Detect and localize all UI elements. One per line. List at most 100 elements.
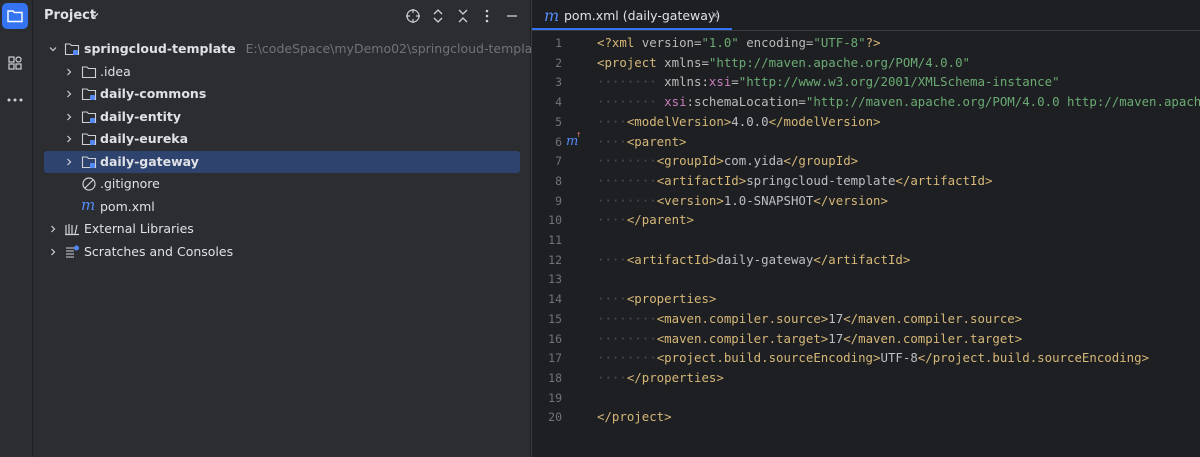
line-number[interactable]: 12 bbox=[532, 253, 562, 267]
chevron-right-icon[interactable] bbox=[48, 247, 58, 257]
locate-file-button[interactable] bbox=[404, 7, 422, 25]
tab-pom-xml[interactable]: m pom.xml (daily-gateway) × bbox=[532, 0, 732, 30]
tree-item-pom-xml[interactable]: m pom.xml bbox=[44, 196, 520, 218]
chevron-right-icon[interactable] bbox=[64, 67, 74, 77]
line-number[interactable]: 5 bbox=[532, 115, 562, 129]
line-number[interactable]: 3 bbox=[532, 75, 562, 89]
line-number[interactable]: 8 bbox=[532, 174, 562, 188]
module-folder-icon bbox=[81, 133, 97, 146]
code-line[interactable]: 20 </project> bbox=[532, 408, 1200, 428]
tree-item-idea[interactable]: .idea bbox=[44, 61, 520, 83]
tree-item-label: .idea bbox=[100, 63, 131, 79]
code-line[interactable]: 2 <project xmlns="http://maven.apache.org… bbox=[532, 54, 1200, 74]
code-text: <?xml version="1.0" encoding="UTF-8"?> bbox=[597, 35, 881, 50]
line-number[interactable]: 9 bbox=[532, 194, 562, 208]
collapse-all-button[interactable] bbox=[454, 7, 472, 25]
code-line[interactable]: 14 ····<properties> bbox=[532, 290, 1200, 310]
editor: m pom.xml (daily-gateway) × 1 <?xml versi… bbox=[531, 0, 1200, 457]
code-line[interactable]: 7 ········<groupId>com.yida</groupId> bbox=[532, 152, 1200, 172]
line-number[interactable]: 20 bbox=[532, 410, 562, 424]
close-icon[interactable]: × bbox=[710, 8, 720, 22]
maven-icon: m bbox=[81, 195, 96, 214]
project-tool-button[interactable] bbox=[2, 3, 28, 29]
line-number[interactable]: 16 bbox=[532, 332, 562, 346]
chevron-down-icon[interactable] bbox=[89, 9, 101, 21]
code-line[interactable]: 15 ········<maven.compiler.source>17</mav… bbox=[532, 310, 1200, 330]
project-panel: Project springcloud-template E:\codeSpace… bbox=[33, 0, 545, 457]
code-line[interactable]: 6 m ↑ ····<parent> bbox=[532, 129, 1200, 153]
line-number[interactable]: 2 bbox=[532, 56, 562, 70]
tree-item-daily-entity[interactable]: daily-entity bbox=[44, 106, 520, 128]
line-number[interactable]: 19 bbox=[532, 391, 562, 405]
scratches-icon bbox=[66, 245, 79, 258]
tree-item-label: springcloud-template bbox=[84, 41, 236, 56]
activity-bar bbox=[0, 0, 33, 457]
tree-item-label: daily-entity bbox=[100, 108, 182, 124]
code-line[interactable]: 4 ········ xsi:schemaLocation="http://mav… bbox=[532, 93, 1200, 113]
line-number[interactable]: 17 bbox=[532, 351, 562, 365]
tree-item-daily-commons[interactable]: daily-commons bbox=[44, 83, 520, 105]
more-tools-button[interactable] bbox=[2, 87, 28, 113]
code-line[interactable]: 11 bbox=[532, 231, 1200, 251]
code-line[interactable]: 1 <?xml version="1.0" encoding="UTF-8"?> bbox=[532, 34, 1200, 54]
tree-item-label: Scratches and Consoles bbox=[84, 243, 234, 259]
code-line[interactable]: 16 ········<maven.compiler.target>17</mav… bbox=[532, 330, 1200, 350]
line-number[interactable]: 18 bbox=[532, 371, 562, 385]
code-text: </project> bbox=[597, 409, 672, 425]
tree-item-scratches[interactable]: Scratches and Consoles bbox=[44, 241, 520, 263]
tree-item-daily-gateway[interactable]: daily-gateway bbox=[44, 150, 520, 173]
line-number[interactable]: 15 bbox=[532, 312, 562, 326]
chevron-right-icon[interactable] bbox=[48, 224, 58, 234]
line-number[interactable]: 4 bbox=[532, 95, 562, 109]
collapse-icon bbox=[458, 9, 468, 23]
line-number[interactable]: 1 bbox=[532, 36, 562, 50]
line-number[interactable]: 10 bbox=[532, 213, 562, 227]
tree-item-label: External Libraries bbox=[84, 221, 194, 236]
line-number[interactable]: 6 bbox=[532, 135, 562, 149]
line-number[interactable]: 7 bbox=[532, 154, 562, 168]
editor-tab-bar: m pom.xml (daily-gateway) × bbox=[532, 0, 1200, 31]
code-text: ····<modelVersion>4.0.0</modelVersion> bbox=[597, 113, 881, 129]
line-number[interactable]: 13 bbox=[532, 272, 562, 286]
options-button[interactable] bbox=[478, 7, 496, 25]
expand-all-button[interactable] bbox=[429, 7, 447, 25]
code-text: ····<properties> bbox=[597, 291, 717, 307]
tree-item-external-libraries[interactable]: External Libraries bbox=[44, 218, 520, 240]
code-line[interactable]: 9 ········<version>1.0-SNAPSHOT</version> bbox=[532, 192, 1200, 212]
code-line[interactable]: 17 ········<project.build.sourceEncoding>… bbox=[532, 349, 1200, 369]
arrow-up-icon: ↑ bbox=[576, 129, 582, 140]
chevron-right-icon[interactable] bbox=[64, 157, 74, 167]
code-line[interactable]: 12 ····<artifactId>daily-gateway</artifac… bbox=[532, 251, 1200, 271]
code-text: ········<groupId>com.yida</groupId> bbox=[597, 153, 859, 169]
chevron-down-icon[interactable] bbox=[48, 44, 58, 54]
code-line[interactable]: 13 bbox=[532, 270, 1200, 290]
tree-item-daily-eureka[interactable]: daily-eureka bbox=[44, 128, 520, 150]
tree-item-gitignore[interactable]: .gitignore bbox=[44, 173, 520, 195]
module-folder-icon bbox=[81, 88, 97, 101]
code-line[interactable]: 5 ····<modelVersion>4.0.0</modelVersion> bbox=[532, 113, 1200, 133]
more-icon bbox=[7, 98, 23, 102]
chevron-right-icon[interactable] bbox=[64, 112, 74, 122]
library-icon bbox=[65, 224, 79, 236]
tree-item-path: E:\codeSpace\myDemo02\springcloud-templa… bbox=[245, 41, 545, 56]
code-text: ········<version>1.0-SNAPSHOT</version> bbox=[597, 192, 888, 208]
tab-label: pom.xml (daily-gateway) bbox=[564, 8, 721, 23]
code-line[interactable]: 3 ········ xmlns:xsi="http://www.w3.org/2… bbox=[532, 73, 1200, 93]
line-number[interactable]: 14 bbox=[532, 292, 562, 306]
code-line[interactable]: 19 bbox=[532, 389, 1200, 409]
code-text: ········ xmlns:xsi="http://www.w3.org/20… bbox=[597, 74, 1060, 90]
tree-item-springcloud-template[interactable]: springcloud-template E:\codeSpace\myDemo0… bbox=[44, 38, 545, 60]
module-folder-icon bbox=[64, 43, 80, 56]
chevron-right-icon[interactable] bbox=[64, 89, 74, 99]
code-line[interactable]: 10 ····</parent> bbox=[532, 211, 1200, 231]
more-vertical-icon bbox=[485, 9, 489, 23]
hide-panel-button[interactable] bbox=[503, 7, 521, 25]
line-number[interactable]: 11 bbox=[532, 233, 562, 247]
code-line[interactable]: 18 ····</properties> bbox=[532, 369, 1200, 389]
code-text: ········<artifactId>springcloud-template… bbox=[597, 172, 993, 188]
structure-tool-button[interactable] bbox=[2, 50, 28, 76]
project-panel-header: Project bbox=[33, 0, 530, 32]
chevron-right-icon[interactable] bbox=[64, 134, 74, 144]
code-text: ········ xsi:schemaLocation="http://mave… bbox=[597, 94, 1200, 110]
code-line[interactable]: 8 ········<artifactId>springcloud-templat… bbox=[532, 172, 1200, 192]
